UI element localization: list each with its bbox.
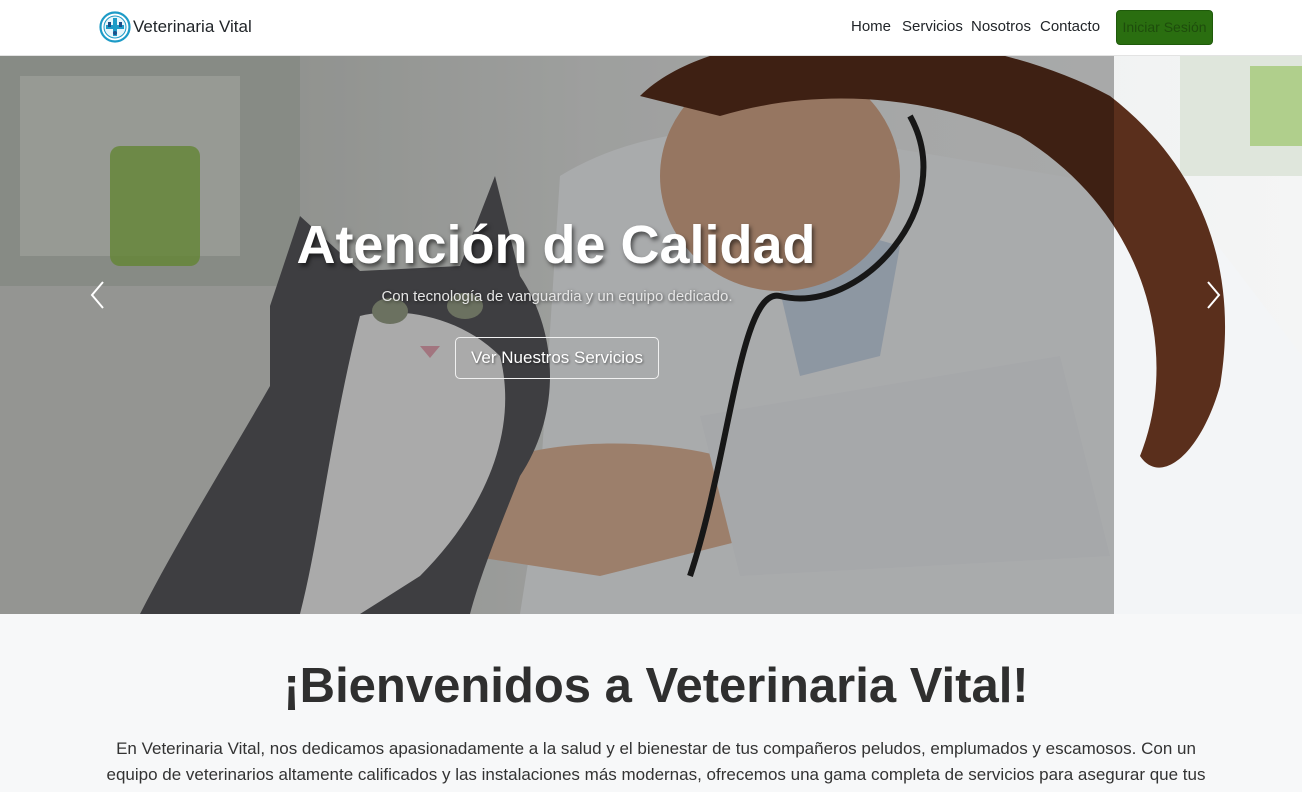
hero-title-text: Atención de Calidad xyxy=(296,215,816,275)
view-services-button[interactable]: Ver Nuestros Servicios xyxy=(455,337,659,379)
main-navigation: Home Servicios Nosotros Contacto xyxy=(0,0,1302,56)
carousel-prev-button[interactable] xyxy=(86,278,110,312)
chevron-right-icon xyxy=(1207,281,1221,309)
nav-link-home[interactable]: Home xyxy=(851,18,891,35)
welcome-title: ¡Bienvenidos a Veterinaria Vital! xyxy=(283,659,1029,713)
nav-link-nosotros[interactable]: Nosotros xyxy=(971,18,1031,35)
welcome-section: ¡Bienvenidos a Veterinaria Vital! En Vet… xyxy=(0,614,1302,792)
chevron-left-icon xyxy=(90,281,104,309)
welcome-text: En Veterinaria Vital, nos dedicamos apas… xyxy=(106,739,1206,784)
hero-dim-overlay xyxy=(0,56,1114,614)
carousel-next-button[interactable] xyxy=(1201,278,1225,312)
nav-link-contacto[interactable]: Contacto xyxy=(1040,18,1100,35)
top-navbar: Veterinaria Vital Home Servicios Nosotro… xyxy=(0,0,1302,56)
hero-title: Atención de Calidad xyxy=(0,214,1114,276)
login-button[interactable]: Iniciar Sesión xyxy=(1116,10,1213,45)
hero-carousel: Atención de Calidad Con tecnología de va… xyxy=(0,56,1302,614)
hero-subtitle: Con tecnología de vanguardia y un equipo… xyxy=(381,288,733,305)
nav-link-servicios[interactable]: Servicios xyxy=(902,18,963,35)
